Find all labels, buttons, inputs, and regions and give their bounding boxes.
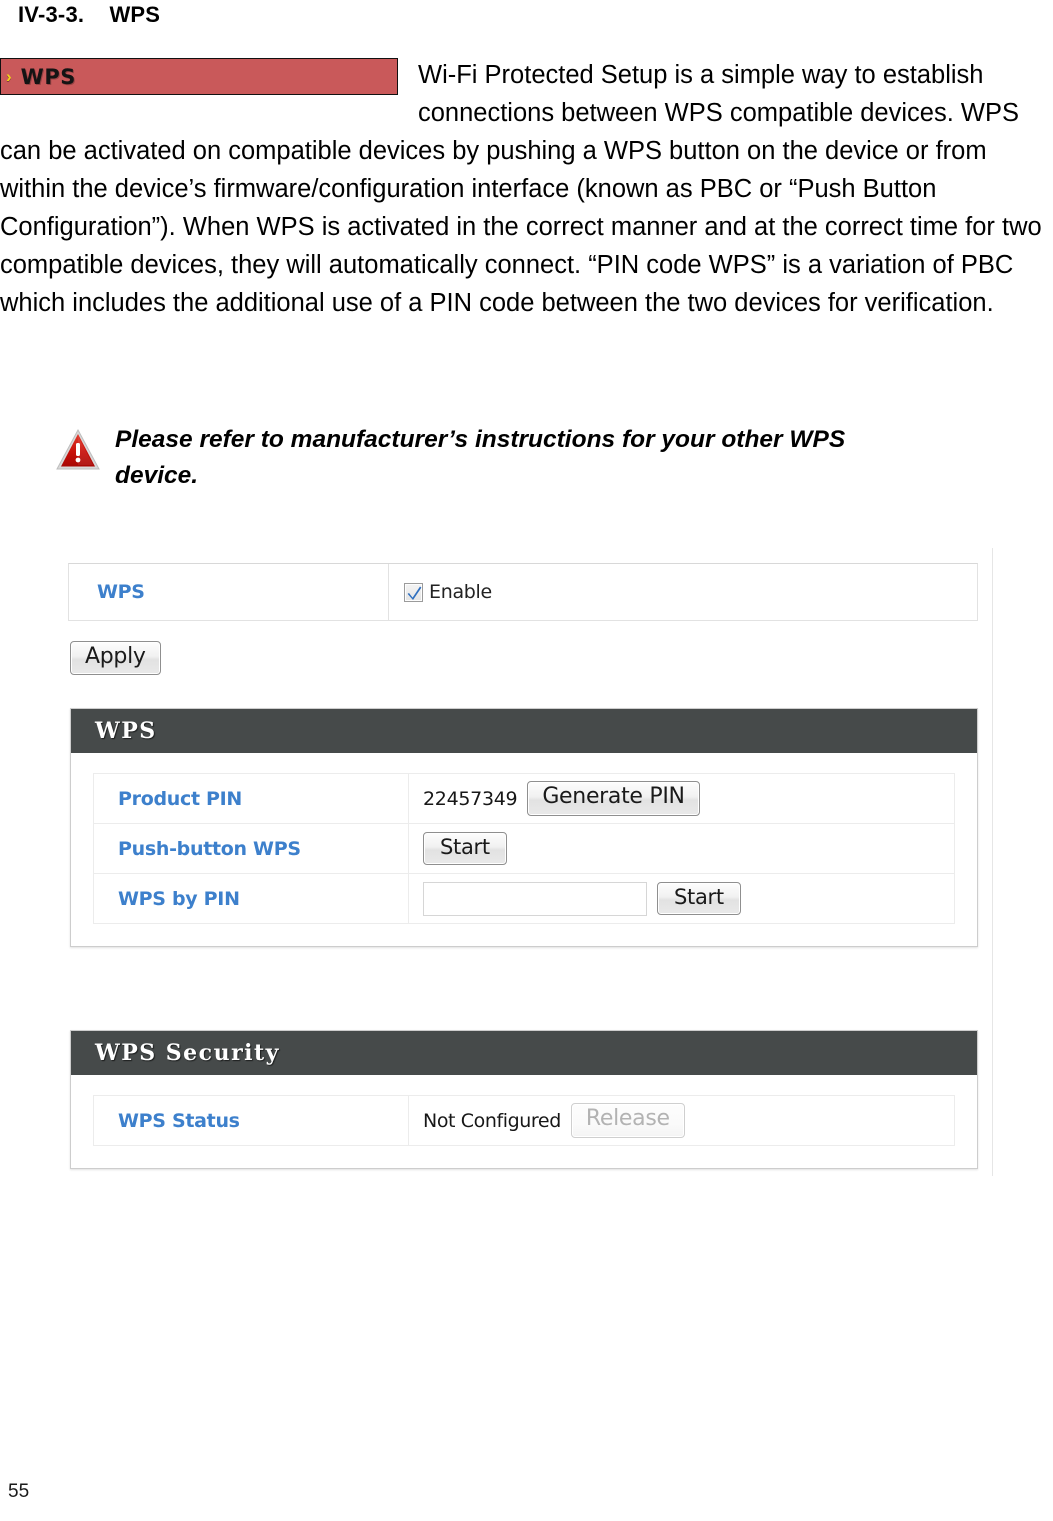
generate-pin-button[interactable]: Generate PIN xyxy=(527,781,700,816)
wps-by-pin-start-button[interactable]: Start xyxy=(657,881,741,916)
page-number: 55 xyxy=(8,1481,30,1502)
wps-panel: WPS Product PIN 22457349 Generate PIN Pu… xyxy=(70,708,978,947)
wps-security-table: WPS Status Not Configured Release xyxy=(93,1095,955,1146)
intro-paragraph-block: Wi-Fi Protected Setup is a simple way to… xyxy=(0,56,1045,322)
note-text: Please refer to manufacturer’s instructi… xyxy=(115,426,846,489)
wps-by-pin-value-cell: Start xyxy=(408,873,955,924)
push-button-wps-value-cell: Start xyxy=(408,823,955,874)
wps-panel-header: WPS xyxy=(71,709,977,753)
wps-enable-value-cell: Enable xyxy=(389,564,977,620)
note-block: Please refer to manufacturer’s instructi… xyxy=(55,422,875,494)
push-button-wps-label: Push-button WPS xyxy=(118,837,301,860)
wps-panel-body: Product PIN 22457349 Generate PIN Push-b… xyxy=(71,753,977,946)
wps-enable-label-cell: WPS xyxy=(69,564,389,620)
wps-security-panel-body: WPS Status Not Configured Release xyxy=(71,1075,977,1168)
wps-enable-checkbox-label[interactable]: Enable xyxy=(429,581,492,603)
wps-security-panel: WPS Security WPS Status Not Configured R… xyxy=(70,1030,978,1169)
wps-security-panel-title: WPS Security xyxy=(95,1040,280,1066)
release-button[interactable]: Release xyxy=(570,1103,685,1138)
wps-status-label: WPS Status xyxy=(118,1109,240,1132)
product-pin-label-cell: Product PIN xyxy=(93,773,409,824)
wps-settings-table: Product PIN 22457349 Generate PIN Push-b… xyxy=(93,773,955,924)
wps-status-value: Not Configured xyxy=(423,1109,561,1132)
wps-by-pin-label: WPS by PIN xyxy=(118,887,240,910)
warning-triangle-icon xyxy=(55,428,101,472)
banner-float-spacer xyxy=(0,56,418,114)
wps-enable-checkbox[interactable] xyxy=(404,582,423,602)
wps-by-pin-input[interactable] xyxy=(423,881,647,916)
table-row: WPS by PIN Start xyxy=(93,873,955,924)
router-ui-screenshot: WPS Enable Apply WPS Product PIN 2245734… xyxy=(0,545,1053,1205)
wps-status-value-cell: Not Configured Release xyxy=(408,1095,955,1146)
check-icon xyxy=(407,586,422,600)
apply-button[interactable]: Apply xyxy=(70,641,161,676)
wps-enable-label: WPS xyxy=(97,581,145,603)
wps-security-panel-header: WPS Security xyxy=(71,1031,977,1075)
push-button-wps-label-cell: Push-button WPS xyxy=(93,823,409,874)
wps-status-label-cell: WPS Status xyxy=(93,1095,409,1146)
page-title: IV-3-3. WPS xyxy=(18,2,161,27)
apply-button-wrap: Apply xyxy=(70,641,161,676)
product-pin-value: 22457349 xyxy=(423,787,518,810)
wps-panel-title: WPS xyxy=(95,718,157,744)
product-pin-value-cell: 22457349 Generate PIN xyxy=(408,773,955,824)
wps-by-pin-label-cell: WPS by PIN xyxy=(93,873,409,924)
wps-enable-table: WPS Enable xyxy=(68,563,978,621)
push-button-wps-start-button[interactable]: Start xyxy=(423,831,507,866)
product-pin-label: Product PIN xyxy=(118,787,243,810)
table-row: WPS Status Not Configured Release xyxy=(93,1095,955,1146)
table-row: Product PIN 22457349 Generate PIN xyxy=(93,773,955,824)
table-row: Push-button WPS Start xyxy=(93,823,955,874)
